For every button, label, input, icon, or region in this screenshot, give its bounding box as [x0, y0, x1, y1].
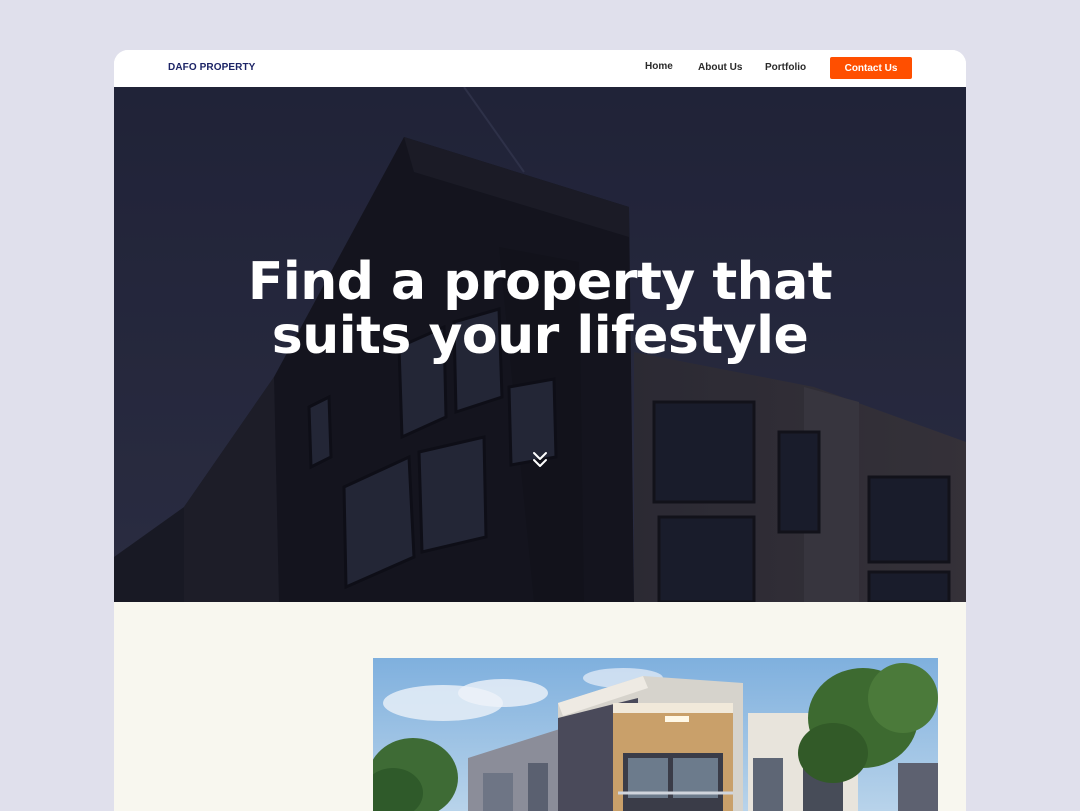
contact-us-button[interactable]: Contact Us: [830, 57, 912, 79]
site-logo[interactable]: DAFO PROPERTY: [168, 62, 255, 73]
hero-title-line-2: suits your lifestyle: [271, 306, 809, 366]
hero-title: Find a property that suits your lifestyl…: [114, 255, 966, 363]
nav-link-about-us[interactable]: About Us: [698, 62, 742, 73]
double-chevron-down-icon[interactable]: [532, 451, 548, 469]
browser-window: DAFO PROPERTY Home About Us Portfolio Co…: [114, 50, 966, 811]
property-image: [373, 658, 938, 811]
nav-link-home[interactable]: Home: [645, 61, 673, 72]
nav-link-portfolio[interactable]: Portfolio: [765, 62, 806, 73]
navbar: DAFO PROPERTY Home About Us Portfolio Co…: [114, 50, 966, 87]
featured-section: [114, 602, 966, 811]
hero-title-line-1: Find a property that: [247, 252, 833, 312]
hero-section: Find a property that suits your lifestyl…: [114, 87, 966, 602]
